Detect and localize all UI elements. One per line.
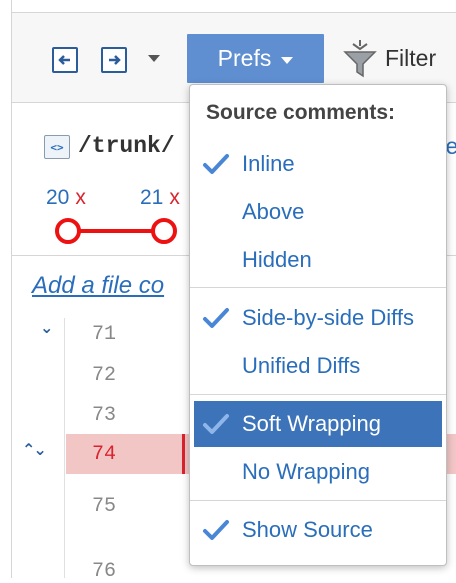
checkmark-icon — [203, 308, 229, 328]
revision-start-handle[interactable] — [55, 218, 81, 244]
menu-item-label: Inline — [242, 151, 295, 176]
remove-revision-icon[interactable]: x — [169, 186, 180, 209]
expand-both-icon[interactable]: ⌃⌄ — [22, 440, 47, 460]
menu-item-label: Soft Wrapping — [242, 411, 382, 436]
line-number[interactable]: 71 — [92, 323, 116, 346]
line-number[interactable]: 76 — [92, 560, 116, 583]
revision-number[interactable]: 21 — [140, 186, 163, 209]
add-file-comment-link[interactable]: Add a file co — [32, 272, 164, 300]
menu-divider — [190, 500, 446, 501]
revision-number[interactable]: 20 — [46, 186, 69, 209]
menu-item-label: Unified Diffs — [242, 353, 361, 378]
highlighted-line-marker — [182, 434, 185, 474]
menu-item-show-source[interactable]: Show Source — [190, 507, 446, 553]
checkmark-icon — [203, 154, 229, 174]
chevron-down-icon — [281, 56, 294, 64]
menu-item-above[interactable]: Above — [190, 189, 446, 235]
remove-revision-icon[interactable]: x — [75, 186, 86, 209]
menu-item-unified-diffs[interactable]: Unified Diffs — [190, 343, 446, 389]
filter-button[interactable]: Filter — [343, 36, 436, 80]
expand-down-icon[interactable]: ⌄ — [40, 318, 53, 338]
line-number-active[interactable]: 74 — [92, 443, 116, 466]
previous-change-button[interactable] — [52, 47, 78, 73]
revision-end[interactable]: 21 x — [140, 186, 180, 210]
revision-end-handle[interactable] — [151, 218, 177, 244]
menu-item-hidden[interactable]: Hidden — [190, 237, 446, 283]
menu-item-label: Hidden — [242, 247, 312, 272]
menu-item-label: Above — [242, 199, 305, 224]
menu-divider — [190, 394, 446, 395]
menu-divider — [190, 287, 446, 288]
menu-heading-source-comments: Source comments: — [206, 101, 396, 124]
source-file-icon: <> — [44, 135, 70, 159]
menu-item-side-by-side-diffs[interactable]: Side-by-side Diffs — [190, 295, 446, 341]
menu-item-inline[interactable]: Inline — [190, 141, 446, 187]
navigation-dropdown-caret-icon[interactable] — [148, 55, 160, 62]
line-number-gutter — [64, 318, 65, 578]
menu-item-label: Side-by-side Diffs — [242, 305, 414, 330]
menu-item-label: No Wrapping — [242, 459, 370, 484]
line-number[interactable]: 72 — [92, 364, 116, 387]
line-number[interactable]: 75 — [92, 495, 116, 518]
line-number[interactable]: 73 — [92, 404, 116, 427]
revision-start[interactable]: 20 x — [46, 186, 86, 210]
checkmark-icon — [203, 414, 229, 434]
filter-funnel-icon — [343, 40, 377, 78]
filter-button-label: Filter — [385, 44, 437, 71]
menu-item-soft-wrapping[interactable]: Soft Wrapping — [194, 401, 442, 447]
arrow-right-icon — [109, 55, 121, 65]
checkmark-icon — [203, 520, 229, 540]
arrow-left-icon — [58, 55, 70, 65]
menu-item-no-wrapping[interactable]: No Wrapping — [190, 449, 446, 495]
prefs-button-label: Prefs — [217, 45, 272, 71]
menu-item-label: Show Source — [242, 517, 373, 542]
review-frame: Prefs Filter <> /trunk/ e 20 x 21 x Add a … — [0, 0, 456, 583]
next-change-button[interactable] — [101, 47, 127, 73]
prefs-button[interactable]: Prefs — [187, 34, 324, 83]
file-path[interactable]: /trunk/ — [78, 133, 175, 159]
